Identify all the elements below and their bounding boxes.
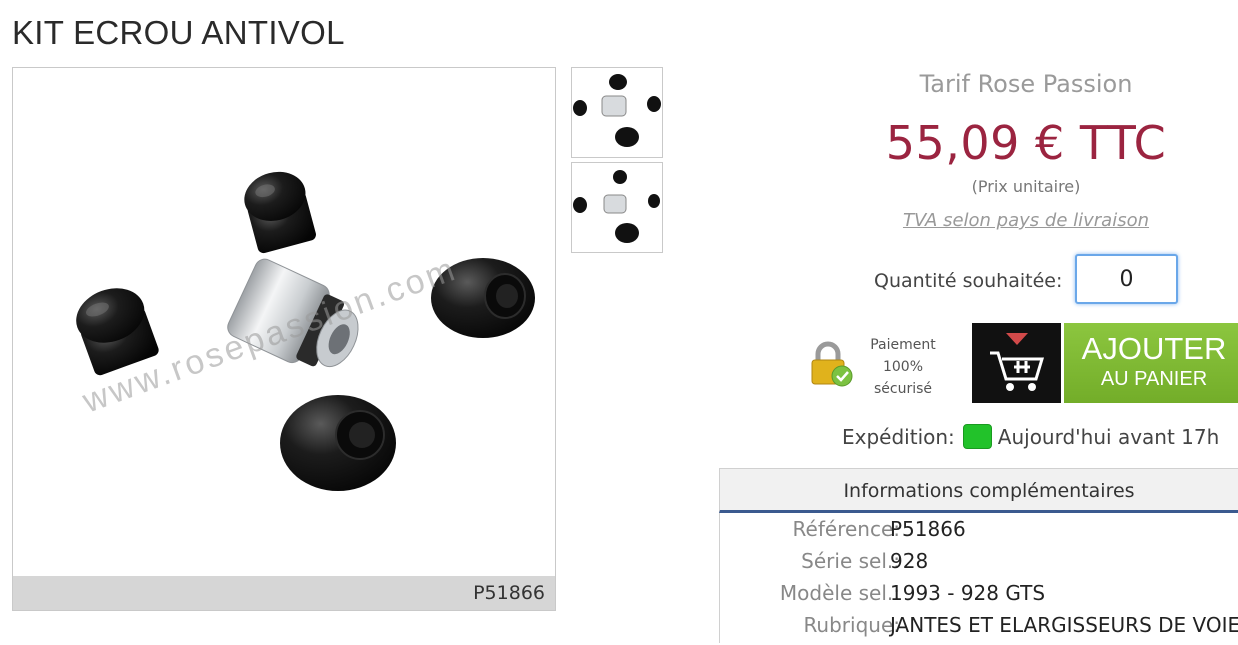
quantity-label: Quantité souhaitée: xyxy=(874,270,1063,292)
thumbnail-2[interactable] xyxy=(571,162,663,253)
shipping-label: Expédition: xyxy=(842,424,955,449)
price: 55,09 € TTC xyxy=(885,116,1167,170)
add-to-cart-button[interactable]: AJOUTER AU PANIER xyxy=(1064,323,1238,403)
quantity-input[interactable] xyxy=(1075,254,1178,304)
info-row-rubrique: Rubrique: JANTES ET ELARGISSEURS DE VOIE… xyxy=(803,613,1238,637)
shipping-info: Expédition: Aujourd'hui avant 17h xyxy=(842,424,1219,449)
main-product-image[interactable]: www.rosepassion.com P51866 xyxy=(12,67,556,611)
cart-icon-button[interactable] xyxy=(972,323,1061,403)
info-row-modele: Modèle sel.: 1993 - 928 GTS xyxy=(779,581,1046,605)
thumbnail-2-image xyxy=(573,170,660,243)
info-header: Informations complémentaires xyxy=(719,468,1238,513)
info-table: Référence: P51866 Série sel.: 928 Modèle… xyxy=(719,513,1238,643)
thumbnail-1[interactable] xyxy=(571,67,663,158)
shipping-value: Aujourd'hui avant 17h xyxy=(997,424,1220,449)
info-row-serie: Série sel.: 928 xyxy=(801,549,929,573)
secure-payment-text: Paiement 100% sécurisé xyxy=(870,337,936,397)
reference-badge: P51866 xyxy=(13,576,555,610)
lock-icon xyxy=(806,340,858,394)
unit-price-note: (Prix unitaire) xyxy=(971,177,1081,196)
tva-link[interactable]: TVA selon pays de livraison xyxy=(720,210,1238,231)
product-photo: www.rosepassion.com xyxy=(76,171,535,491)
price-label: Tarif Rose Passion xyxy=(919,70,1133,98)
shipping-status-icon xyxy=(962,424,992,449)
cart-icon xyxy=(990,333,1045,391)
product-title: KIT ECROU ANTIVOL xyxy=(12,14,345,51)
thumbnail-1-image xyxy=(573,74,661,147)
info-row-reference: Référence: P51866 xyxy=(792,517,966,541)
